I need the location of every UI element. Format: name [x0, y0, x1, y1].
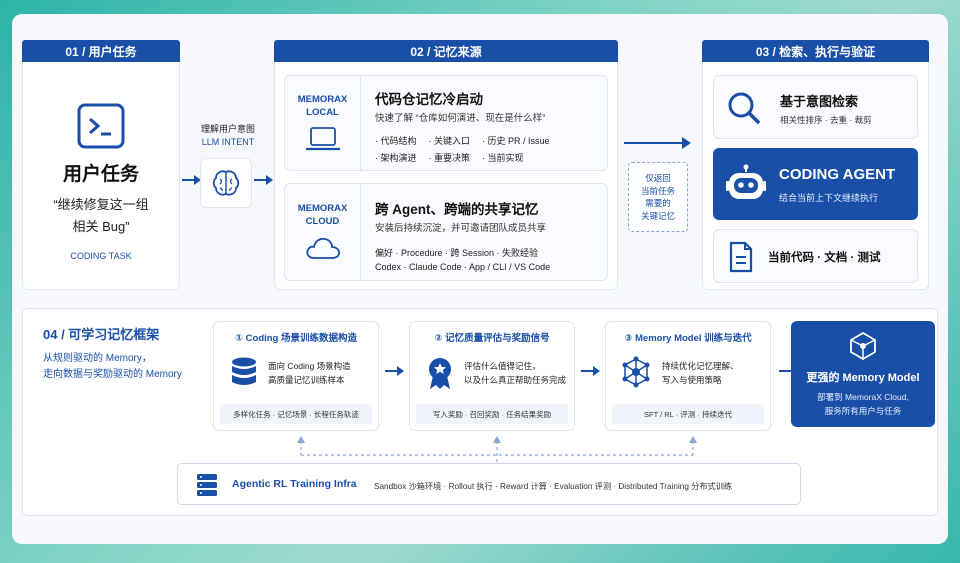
step-data-construction: ① Coding 场景训练数据构造 面向 Coding 场景构造 高质量记忆训练… [213, 321, 379, 431]
quote-line2: 相关 Bug” [72, 219, 130, 234]
intent-search-card: 基于意图检索 相关性排序 · 去重 · 裁剪 [713, 75, 918, 139]
coding-agent-card: CODING AGENT 结合当前上下文继续执行 [713, 148, 918, 220]
return-line: 关键记忆 [640, 210, 675, 221]
terminal-icon [77, 103, 125, 149]
step3-tags: SFT / RL · 评测 · 持续迭代 [612, 404, 764, 424]
intent-block: 理解用户意图 LLM INTENT [192, 122, 264, 147]
step3-desc1: 持续优化记忆理解、 [662, 361, 739, 371]
database-icon [230, 356, 258, 388]
sec4-desc1: 从规则驱动的 Memory， [43, 353, 152, 364]
agent-sub: 结合当前上下文继续执行 [779, 193, 879, 203]
section-user-task: 01 / 用户任务 用户任务 “继续修复这一组 相关 Bug” CODING T… [22, 40, 180, 290]
sec4-desc2: 走向数据与奖励驱动的 Memory [43, 369, 182, 380]
bullet-item: · 当前实现 [482, 153, 524, 163]
model-sub2: 服务所有用户与任务 [824, 406, 902, 416]
step1-title: ① Coding 场景训练数据构造 [234, 333, 358, 344]
search-title: 基于意图检索 [780, 94, 859, 109]
section-header: 01 / 用户任务 [22, 40, 180, 62]
step-model-training: ③ Memory Model 训练与迭代 持续优化记忆理解、 写入与使用策略 S… [605, 321, 771, 431]
memorax-local-card: MEMORAX LOCAL 代码仓记忆冷启动 快速了解 “仓库如何演进、现在是什… [284, 75, 608, 171]
arrow-icon [254, 174, 274, 186]
local-title: 代码仓记忆冷启动 [375, 92, 483, 107]
infra-title: Agentic RL Training Infra [232, 478, 357, 490]
model-cube-icon [848, 331, 878, 361]
return-line: 需要的 [645, 198, 671, 208]
memorax-cloud-card: MEMORAX CLOUD 跨 Agent、跨端的共享记忆 安装后持续沉淀，并可… [284, 183, 608, 281]
section-learnable-memory: 04 / 可学习记忆框架 从规则驱动的 Memory， 走向数据与奖励驱动的 M… [22, 308, 938, 516]
local-label1: MEMORAX [297, 94, 348, 105]
step2-title: ② 记忆质量评估与奖励信号 [434, 333, 550, 344]
code-docs-card: 当前代码 · 文档 · 测试 [713, 229, 918, 283]
return-note: 仅返回 当前任务 需要的 关键记忆 [628, 162, 688, 232]
step1-tags: 多样化任务 · 记忆场景 · 长程任务轨迹 [220, 404, 372, 424]
infra-items: Sandbox 沙箱环境 · Rollout 执行 · Reward 计算 · … [374, 482, 733, 491]
sec4-title: 04 / 可学习记忆框架 [43, 327, 160, 342]
model-sub1: 部署到 MemoraX Cloud, [817, 392, 909, 402]
search-sub: 相关性排序 · 去重 · 裁剪 [780, 115, 872, 125]
local-subtitle: 快速了解 “仓库如何演进、现在是什么样” [375, 113, 546, 124]
document-icon [728, 241, 754, 273]
cloud-label2: CLOUD [305, 216, 340, 227]
arrow-icon [385, 365, 405, 377]
search-icon [726, 90, 762, 126]
section-memory-source: 02 / 记忆来源 MEMORAX LOCAL 代码仓记忆冷启动 快速了解 “仓… [274, 40, 618, 290]
step2-desc1: 评估什么值得记住， [464, 361, 541, 371]
arrow-icon [182, 174, 202, 186]
intent-sub: LLM INTENT [201, 137, 255, 147]
docs-title: 当前代码 · 文档 · 测试 [768, 252, 881, 264]
memory-model-card: 更强的 Memory Model 部署到 MemoraX Cloud, 服务所有… [791, 321, 935, 427]
step3-desc2: 写入与使用策略 [662, 375, 722, 385]
section-header: 02 / 记忆来源 [274, 40, 618, 62]
cloud-label1: MEMORAX [297, 203, 348, 214]
step2-tags: 写入奖励 · 召回奖励 · 任务结果奖励 [416, 404, 568, 424]
step2-desc2: 以及什么真正帮助任务完成 [464, 375, 567, 385]
agent-title: CODING AGENT [779, 166, 896, 183]
return-line: 当前任务 [640, 185, 675, 196]
step1-desc1: 面向 Coding 场景构造 [268, 361, 351, 371]
brain-icon [200, 158, 252, 208]
bullet-item: · 重要决策 [428, 153, 471, 163]
local-bullets-row1: · 代码结构 · 关键入口 · 历史 PR / Issue [375, 134, 550, 147]
cloud-subtitle: 安装后持续沉淀，并可邀请团队成员共享 [375, 223, 547, 234]
step1-desc2: 高质量记忆训练样本 [268, 375, 345, 385]
return-line: 仅返回 [645, 173, 671, 183]
arrow-icon [624, 136, 692, 150]
intent-label: 理解用户意图 [200, 124, 255, 134]
arrow-icon [581, 365, 601, 377]
infra-bar: Agentic RL Training Infra Sandbox 沙箱环境 ·… [177, 463, 801, 505]
bullet-item: · 代码结构 [375, 136, 417, 146]
local-bullets-row2: · 架构演进 · 重要决策 · 当前实现 [375, 151, 524, 164]
server-icon [196, 473, 218, 497]
diagram-canvas: 01 / 用户任务 用户任务 “继续修复这一组 相关 Bug” CODING T… [12, 14, 948, 544]
award-badge-icon [426, 356, 454, 390]
coding-task-tag: CODING TASK [70, 251, 132, 261]
local-label2: LOCAL [306, 107, 339, 118]
step3-title: ③ Memory Model 训练与迭代 [624, 333, 752, 344]
dashed-connector [295, 435, 699, 465]
section-header: 03 / 检索、执行与验证 [702, 40, 929, 62]
cloud-title: 跨 Agent、跨端的共享记忆 [375, 202, 539, 217]
robot-icon [725, 164, 767, 204]
user-task-title: 用户任务 [62, 164, 139, 185]
quote-line1: “继续修复这一组 [53, 197, 149, 212]
model-title: 更强的 Memory Model [806, 372, 920, 384]
section-retrieve-execute: 03 / 检索、执行与验证 基于意图检索 相关性排序 · 去重 · 裁剪 COD… [702, 40, 929, 290]
cloud-row2: Codex · Claude Code · App / CLI / VS Cod… [375, 262, 551, 272]
bullet-item: · 关键入口 [428, 136, 471, 146]
step-quality-reward: ② 记忆质量评估与奖励信号 评估什么值得记住， 以及什么真正帮助任务完成 写入奖… [409, 321, 575, 431]
neural-network-icon [620, 356, 652, 388]
cloud-icon [304, 235, 342, 261]
cloud-row1: 偏好 · Procedure · 跨 Session · 失败经验 [375, 248, 539, 258]
laptop-icon [305, 126, 341, 152]
bullet-item: · 历史 PR / Issue [482, 136, 550, 146]
bullet-item: · 架构演进 [375, 153, 417, 163]
